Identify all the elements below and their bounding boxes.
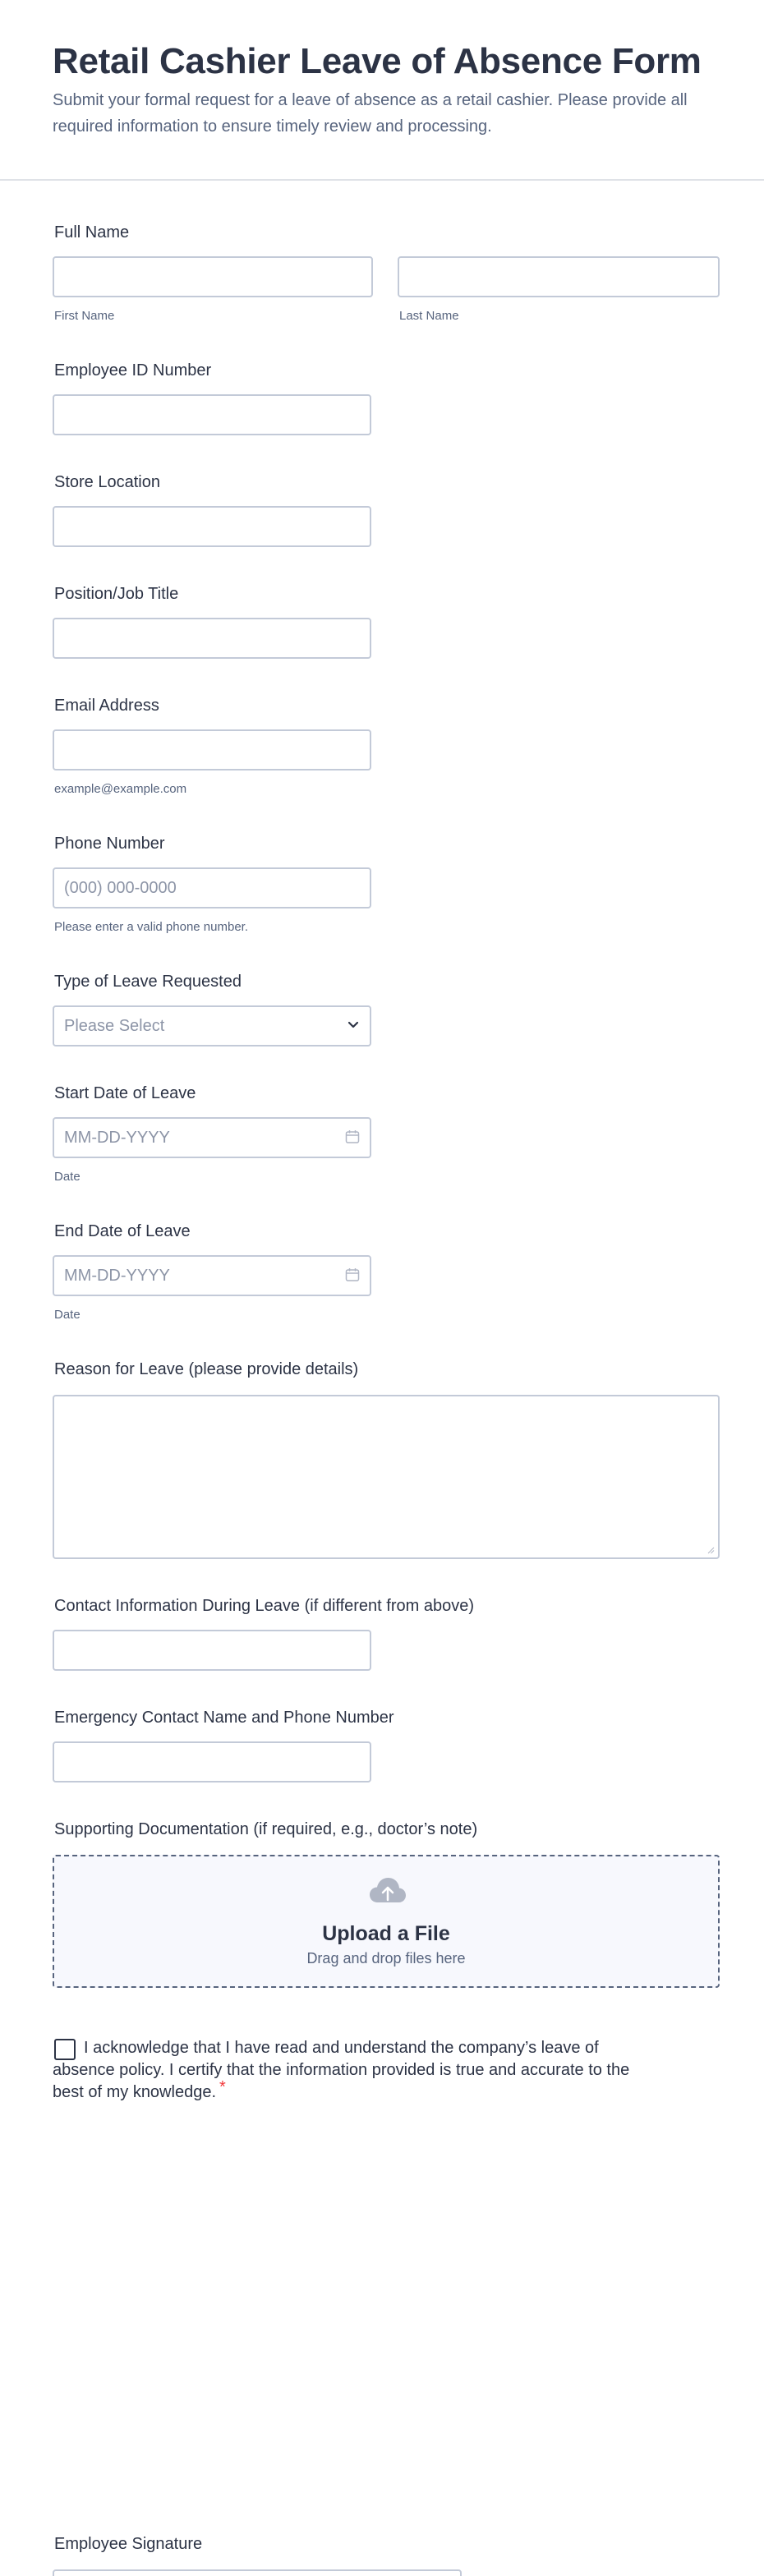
leave-type-select[interactable]: Please Select [53, 1005, 371, 1046]
end-date-sublabel: Date [54, 1308, 81, 1322]
signature-pad[interactable] [53, 2569, 462, 2576]
phone-sublabel: Please enter a valid phone number. [54, 920, 248, 934]
start-date-input[interactable]: MM-DD-YYYY [53, 1117, 371, 1158]
employee-id-label: Employee ID Number [54, 361, 212, 380]
phone-input[interactable]: (000) 000-0000 [53, 867, 371, 908]
upload-subtitle: Drag and drop files here [306, 1950, 466, 1966]
position-input[interactable] [53, 618, 371, 659]
leave-type-selected: Please Select [64, 1017, 165, 1035]
required-mark: * [219, 2078, 226, 2096]
emergency-contact-input[interactable] [53, 1741, 371, 1782]
first-name-input[interactable] [53, 256, 373, 297]
file-upload-dropzone[interactable]: Upload a File Drag and drop files here [53, 1855, 720, 1988]
employee-id-input[interactable] [53, 394, 371, 435]
last-name-input[interactable] [398, 256, 720, 297]
acknowledgement-label: I acknowledge that I have read and under… [53, 2039, 630, 2101]
upload-title: Upload a File [322, 1922, 450, 1945]
chevron-down-icon [347, 1021, 359, 1028]
end-date-input[interactable]: MM-DD-YYYY [53, 1255, 371, 1296]
email-label: Email Address [54, 697, 159, 715]
reason-label: Reason for Leave (please provide details… [54, 1360, 359, 1378]
store-location-input[interactable] [53, 506, 371, 547]
email-input[interactable] [53, 729, 371, 770]
documentation-label: Supporting Documentation (if required, e… [54, 1820, 478, 1838]
leave-type-label: Type of Leave Requested [54, 973, 242, 991]
store-location-label: Store Location [54, 473, 160, 491]
end-date-label: End Date of Leave [54, 1222, 191, 1240]
full-name-label: Full Name [54, 223, 130, 242]
calendar-icon[interactable] [345, 1267, 360, 1282]
last-name-sublabel: Last Name [399, 309, 459, 323]
form-title: Retail Cashier Leave of Absence Form [53, 41, 702, 81]
email-sublabel: example@example.com [54, 782, 187, 796]
resize-grip-icon[interactable] [706, 1546, 715, 1554]
position-label: Position/Job Title [54, 585, 179, 603]
form-header: Retail Cashier Leave of Absence Form Sub… [0, 0, 764, 181]
first-name-sublabel: First Name [54, 309, 115, 323]
calendar-icon[interactable] [345, 1129, 360, 1144]
phone-label: Phone Number [54, 835, 165, 853]
emergency-contact-label: Emergency Contact Name and Phone Number [54, 1709, 394, 1727]
start-date-label: Start Date of Leave [54, 1084, 196, 1102]
contact-during-input[interactable] [53, 1630, 371, 1671]
end-date-placeholder: MM-DD-YYYY [64, 1267, 170, 1285]
form-subtitle: Submit your formal request for a leave o… [53, 91, 688, 136]
signature-label: Employee Signature [54, 2535, 203, 2553]
cloud-upload-icon [370, 1878, 406, 1902]
acknowledgement-text: I acknowledge that I have read and under… [53, 2037, 660, 2104]
start-date-placeholder: MM-DD-YYYY [64, 1129, 170, 1147]
phone-placeholder: (000) 000-0000 [64, 879, 177, 897]
reason-textarea[interactable] [53, 1395, 720, 1559]
start-date-sublabel: Date [54, 1170, 81, 1184]
contact-during-label: Contact Information During Leave (if dif… [54, 1597, 474, 1615]
